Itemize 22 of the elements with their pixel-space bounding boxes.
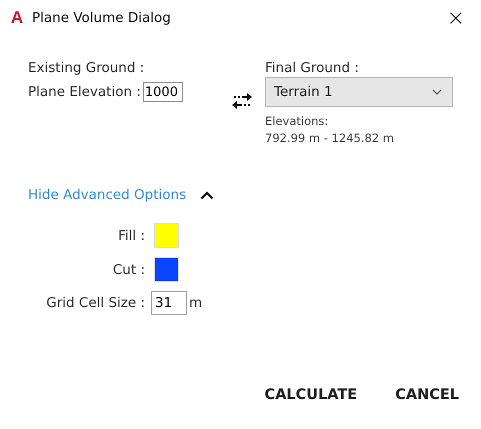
close-button[interactable]: × — [438, 6, 473, 30]
dialog-button[interactable]: CANCEL — [395, 387, 459, 403]
chevron-up-icon — [200, 190, 214, 200]
swatch-label: Fill : — [117, 228, 145, 244]
dialog-button[interactable]: CALCULATE — [264, 387, 358, 403]
swatch-label: Cut : — [112, 262, 145, 278]
swap-icon[interactable] — [230, 92, 254, 110]
plane-elevation-field[interactable]: 1000 — [142, 82, 183, 102]
elevations-range: 792.99 m - 1245.82 m — [265, 130, 395, 147]
app-logo: A — [10, 8, 24, 28]
color-swatch[interactable] — [154, 223, 179, 248]
final-ground-label: Final Ground : — [265, 60, 360, 76]
elevations-label: Elevations: — [265, 113, 330, 130]
color-swatch[interactable] — [154, 257, 179, 282]
chevron-down-icon — [432, 89, 442, 95]
window-title: Plane Volume Dialog — [32, 10, 172, 26]
plane-elevation-label: Plane Elevation : — [28, 84, 141, 100]
unit-label: m — [189, 295, 204, 311]
grid-cell-size-field[interactable]: 31 — [151, 291, 187, 315]
terrain-dropdown[interactable]: Terrain 1 — [265, 77, 453, 107]
grid-cell-size-label: Grid Cell Size : — [45, 295, 145, 311]
existing-ground-label: Existing Ground : — [28, 60, 146, 76]
